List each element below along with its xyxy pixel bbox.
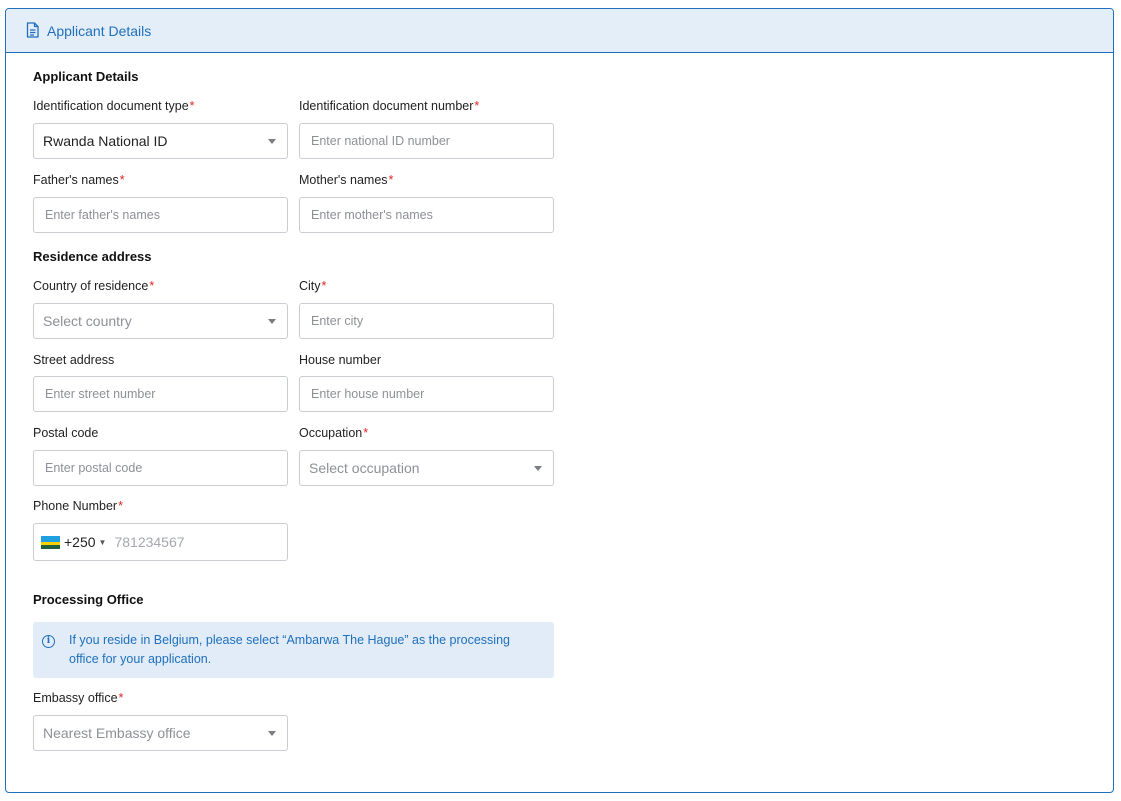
required-marker: * (474, 99, 480, 113)
required-marker: * (149, 279, 155, 293)
info-text: If you reside in Belgium, please select … (69, 633, 510, 666)
panel-title: Applicant Details (47, 22, 152, 39)
postal-code-label: Postal code (33, 426, 99, 440)
embassy-office-select[interactable]: Nearest Embassy office (33, 715, 288, 751)
phone-number-field[interactable]: +250 ▼ 781234567 (33, 523, 288, 561)
street-address-label: Street address (33, 353, 115, 367)
chevron-down-icon (534, 465, 542, 471)
info-icon: i (42, 635, 55, 648)
phone-number-label: Phone Number* (33, 499, 123, 513)
house-number-input[interactable]: Enter house number (299, 376, 554, 412)
city-input[interactable]: Enter city (299, 303, 554, 339)
required-marker: * (388, 173, 394, 187)
chevron-down-icon[interactable]: ▼ (99, 538, 107, 547)
father-names-label: Father's names* (33, 173, 125, 187)
chevron-down-icon (268, 730, 276, 736)
city-label: City* (299, 279, 327, 293)
section-title-processing: Processing Office (33, 592, 144, 607)
id-type-select[interactable]: Rwanda National ID (33, 123, 288, 159)
country-placeholder: Select country (43, 313, 132, 329)
mother-names-input[interactable]: Enter mother's names (299, 197, 554, 233)
postal-code-input[interactable]: Enter postal code (33, 450, 288, 486)
occupation-select[interactable]: Select occupation (299, 450, 554, 486)
father-names-input[interactable]: Enter father's names (33, 197, 288, 233)
country-select[interactable]: Select country (33, 303, 288, 339)
id-number-input[interactable]: Enter national ID number (299, 123, 554, 159)
occupation-label: Occupation* (299, 426, 369, 440)
embassy-office-placeholder: Nearest Embassy office (43, 725, 191, 741)
required-marker: * (321, 279, 327, 293)
id-number-label: Identification document number* (299, 99, 480, 113)
id-type-value: Rwanda National ID (43, 133, 168, 149)
required-marker: * (363, 426, 369, 440)
applicant-details-panel: Applicant Details Applicant Details Iden… (5, 8, 1114, 793)
id-type-label: Identification document type* (33, 99, 195, 113)
street-address-input[interactable]: Enter street number (33, 376, 288, 412)
required-marker: * (118, 499, 123, 513)
document-icon (26, 22, 41, 39)
required-marker: * (189, 99, 195, 113)
required-marker: * (119, 173, 125, 187)
section-title-residence: Residence address (33, 249, 152, 264)
house-number-label: House number (299, 353, 381, 367)
embassy-office-label: Embassy office* (33, 691, 124, 705)
chevron-down-icon (268, 318, 276, 324)
info-notice: i If you reside in Belgium, please selec… (33, 622, 554, 678)
phone-number-input[interactable]: 781234567 (114, 534, 184, 550)
country-label: Country of residence* (33, 279, 155, 293)
chevron-down-icon (268, 138, 276, 144)
occupation-placeholder: Select occupation (309, 460, 420, 476)
required-marker: * (118, 691, 124, 705)
section-title-applicant: Applicant Details (33, 69, 139, 84)
rwanda-flag-icon[interactable] (41, 535, 60, 549)
dial-code[interactable]: +250 (64, 534, 96, 550)
panel-header: Applicant Details (6, 9, 1113, 53)
mother-names-label: Mother's names* (299, 173, 394, 187)
